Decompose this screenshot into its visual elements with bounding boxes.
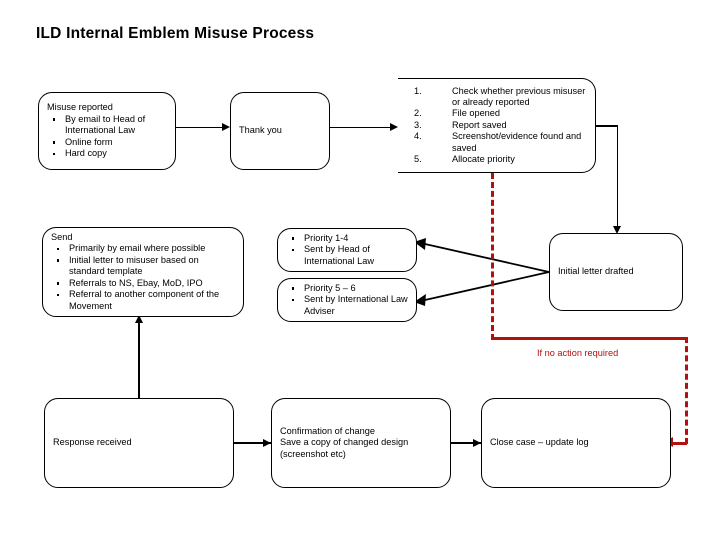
misuse-reported-list: By email to Head of International Law On… (47, 114, 167, 160)
list-item-number: 3. (414, 119, 422, 130)
connector-misuse-to-thankyou (176, 126, 224, 129)
send-heading: Send (51, 232, 73, 243)
list-item: 5. Allocate priority (406, 154, 587, 165)
list-item-text: Check whether previous misuser or alread… (452, 85, 586, 107)
list-item: Sent by International Law Adviser (286, 294, 408, 317)
initial-letter-label: Initial letter drafted (558, 266, 634, 277)
list-item: By email to Head of International Law (47, 114, 167, 137)
list-item: Initial letter to misuser based on stand… (51, 255, 235, 278)
node-triage-steps[interactable]: 1. Check whether previous misuser or alr… (398, 78, 596, 173)
red-path-vertical-right (685, 337, 688, 444)
triage-steps-list: 1. Check whether previous misuser or alr… (406, 86, 587, 166)
red-path-into-close-case (672, 441, 687, 445)
close-case-label: Close case – update log (490, 437, 589, 448)
list-item-text: File opened (452, 108, 501, 119)
arrowhead-right (390, 123, 398, 132)
page-title: ILD Internal Emblem Misuse Process (36, 25, 315, 42)
list-item: 1. Check whether previous misuser or alr… (406, 86, 587, 109)
node-thank-you[interactable]: Thank you (230, 92, 330, 170)
list-item: Online form (47, 137, 167, 148)
red-path-horizontal (491, 337, 687, 341)
connector-triage-to-initialletter-v (616, 125, 619, 230)
arrowhead-right (263, 438, 271, 447)
list-item: Hard copy (47, 148, 167, 159)
list-item-number: 4. (414, 131, 422, 142)
list-item-number: 5. (414, 154, 422, 165)
response-received-label: Response received (53, 437, 132, 448)
list-item-number: 1. (414, 85, 422, 96)
arrowhead-right (222, 123, 230, 132)
list-item: 3. Report saved (406, 120, 587, 131)
connector-triage-to-initialletter-h (594, 125, 618, 127)
flowchart-canvas: ILD Internal Emblem Misuse Process Misus… (0, 0, 720, 540)
list-item: Sent by Head of International Law (286, 244, 408, 267)
confirmation-line: Confirmation of change (280, 425, 375, 436)
confirmation-line: (screenshot etc) (280, 448, 346, 459)
list-item: 2. File opened (406, 108, 587, 119)
node-response-received[interactable]: Response received (44, 398, 234, 488)
node-misuse-reported[interactable]: Misuse reported By email to Head of Inte… (38, 92, 176, 170)
connector-send-response (138, 317, 140, 407)
list-item-text: Allocate priority (452, 154, 515, 165)
priority-high-list: Priority 1-4 Sent by Head of Internation… (286, 233, 408, 267)
list-item: Primarily by email where possible (51, 243, 235, 254)
arrowhead-right (473, 438, 481, 447)
node-send[interactable]: Send Primarily by email where possible I… (42, 227, 244, 317)
no-action-label: If no action required (537, 348, 619, 358)
connector-thankyou-to-triage (330, 126, 392, 129)
list-item: Referrals to NS, Ebay, MoD, IPO (51, 278, 235, 289)
node-close-case[interactable]: Close case – update log (481, 398, 671, 488)
list-item: 4. Screenshot/evidence found and saved (406, 131, 587, 154)
list-item-text: Screenshot/evidence found and saved (452, 131, 582, 153)
node-priority-low[interactable]: Priority 5 – 6 Sent by International Law… (277, 278, 417, 322)
node-priority-high[interactable]: Priority 1-4 Sent by Head of Internation… (277, 228, 417, 272)
misuse-reported-heading: Misuse reported (47, 102, 113, 113)
send-list: Primarily by email where possible Initia… (51, 243, 235, 311)
list-item-number: 2. (414, 108, 422, 119)
thank-you-label: Thank you (239, 125, 282, 136)
node-initial-letter-drafted[interactable]: Initial letter drafted (549, 233, 683, 311)
red-path-vertical-left (491, 173, 494, 340)
node-confirmation-of-change[interactable]: Confirmation of change Save a copy of ch… (271, 398, 451, 488)
confirmation-line: Save a copy of changed design (280, 437, 409, 448)
list-item: Priority 1-4 (286, 233, 408, 244)
list-item-text: Report saved (452, 119, 507, 130)
priority-low-list: Priority 5 – 6 Sent by International Law… (286, 283, 408, 317)
list-item: Referral to another component of the Mov… (51, 289, 235, 312)
list-item: Priority 5 – 6 (286, 283, 408, 294)
